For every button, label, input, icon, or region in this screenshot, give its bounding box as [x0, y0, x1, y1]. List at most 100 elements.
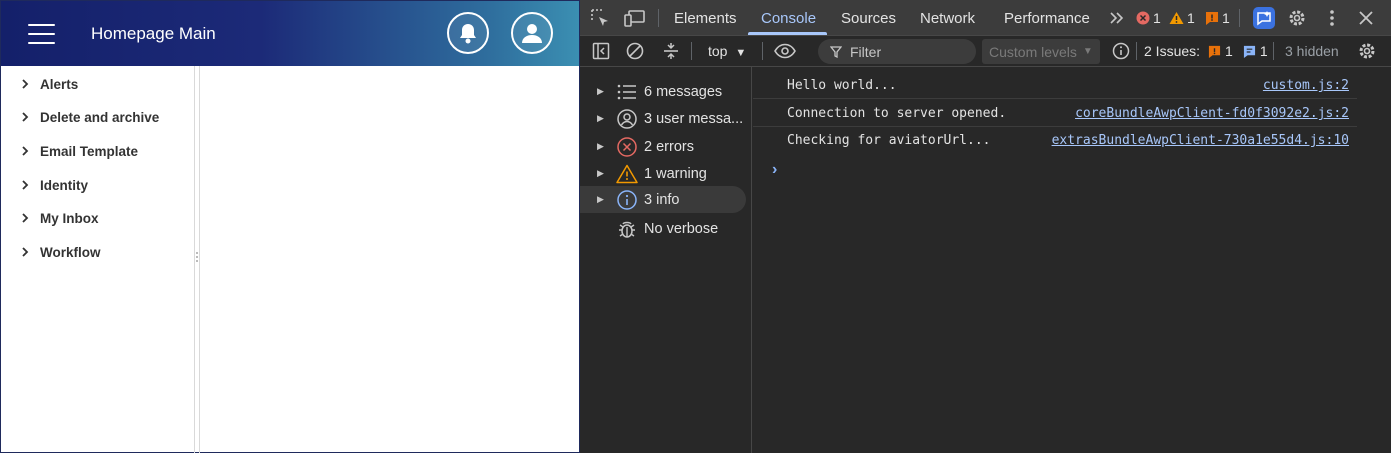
sidebar-item-label: Delete and archive [40, 109, 160, 125]
sidebar-item-alerts[interactable]: Alerts [21, 74, 78, 94]
context-select[interactable]: top ▼ [708, 43, 746, 59]
sidebar-item-verbose[interactable]: ▶ No verbose [580, 215, 746, 242]
console-sidebar: ▶ 6 messages ▶ 3 user messa... ▶ 2 error… [580, 67, 752, 453]
console-log-area: Hello world... custom.js:2 Connection to… [753, 67, 1391, 453]
notifications-button[interactable] [447, 12, 489, 54]
sidebar-item-info[interactable]: ▶ 3 info [580, 186, 746, 213]
sidebar-item-workflow[interactable]: Workflow [21, 242, 101, 262]
sidebar-item-warnings[interactable]: ▶ 1 warning [580, 160, 746, 187]
log-message: Connection to server opened. [787, 106, 1007, 121]
log-source-link[interactable]: extrasBundleAwpClient-730a1e55d4.js:10 [1052, 133, 1349, 148]
hamburger-menu-icon[interactable] [28, 22, 55, 45]
sidebar-item-label: Workflow [40, 244, 101, 260]
sidebar-item-label: Identity [40, 177, 89, 193]
error-icon [616, 136, 638, 158]
error-count[interactable]: 1 [1136, 10, 1161, 26]
more-options-icon[interactable] [1321, 7, 1343, 29]
log-message: Hello world... [787, 78, 897, 93]
info-icon[interactable] [1110, 40, 1132, 62]
warning-icon [1169, 12, 1184, 24]
hidden-count: 3 hidden [1285, 43, 1339, 59]
chevron-right-icon [21, 180, 35, 190]
devtools-panel: Elements Console Sources Network Perform… [580, 0, 1391, 453]
triangle-right-icon: ▶ [597, 168, 604, 178]
info-icon [616, 189, 638, 211]
message-icon [1243, 45, 1255, 58]
issue-icon [1208, 45, 1221, 58]
log-row: Hello world... custom.js:2 [753, 72, 1357, 99]
log-row: Checking for aviatorUrl... extrasBundleA… [753, 127, 1357, 154]
log-source-link[interactable]: custom.js:2 [1263, 78, 1349, 93]
log-source-link[interactable]: coreBundleAwpClient-fd0f3092e2.js:2 [1075, 106, 1349, 121]
bug-icon [616, 218, 638, 240]
inspect-element-icon[interactable] [589, 7, 611, 29]
sidebar-item-user-messages[interactable]: ▶ 3 user messa... [580, 105, 746, 132]
close-icon[interactable] [1355, 7, 1377, 29]
triangle-right-icon: ▶ [597, 141, 604, 151]
divider [1136, 42, 1137, 60]
triangle-down-icon: ▼ [1082, 46, 1093, 57]
filter-input[interactable]: Filter [818, 39, 976, 64]
tab-network[interactable]: Network [920, 10, 975, 27]
group-similar-icon[interactable] [660, 40, 682, 62]
user-icon [522, 24, 542, 43]
log-levels-dropdown[interactable]: Custom levels ▼ [982, 39, 1100, 64]
log-row: Connection to server opened. coreBundleA… [753, 100, 1357, 127]
clear-console-icon[interactable] [624, 40, 646, 62]
app-header: Homepage Main [1, 1, 579, 66]
sidebar-item-errors[interactable]: ▶ 2 errors [580, 133, 746, 160]
app-window: Homepage Main Alerts Delete and archive … [0, 0, 580, 453]
user-icon [616, 108, 638, 130]
devtools-tabbar: Elements Console Sources Network Perform… [580, 0, 1391, 36]
chevron-right-icon [21, 146, 35, 156]
device-toolbar-icon[interactable] [624, 7, 646, 29]
error-icon [1136, 11, 1150, 25]
list-icon [616, 81, 638, 103]
chevron-right-icon [21, 247, 35, 257]
sidebar-item-label: Email Template [40, 143, 139, 159]
active-tab-indicator [748, 32, 827, 35]
issue-count[interactable]: 1 [1205, 10, 1230, 26]
live-expression-eye-icon[interactable] [774, 40, 796, 62]
sidebar-item-messages[interactable]: ▶ 6 messages [580, 78, 746, 105]
sidebar-item-delete-archive[interactable]: Delete and archive [21, 107, 159, 127]
page-title: Homepage Main [91, 24, 216, 43]
console-prompt-chevron-icon[interactable]: › [772, 161, 777, 179]
sidebar-toggle-icon[interactable] [590, 40, 612, 62]
sidebar-item-label: Alerts [40, 76, 79, 92]
triangle-right-icon: ▶ [597, 86, 604, 96]
tab-console[interactable]: Console [761, 10, 816, 27]
log-message: Checking for aviatorUrl... [787, 133, 991, 148]
divider [1239, 9, 1240, 27]
sidebar-item-my-inbox[interactable]: My Inbox [21, 208, 99, 228]
app-sidebar: Alerts Delete and archive Email Template… [1, 66, 195, 453]
divider [762, 42, 763, 60]
divider [691, 42, 692, 60]
settings-gear-icon[interactable] [1286, 7, 1308, 29]
user-profile-button[interactable] [511, 12, 553, 54]
chevron-right-icon [21, 213, 35, 223]
triangle-down-icon: ▼ [735, 47, 747, 59]
tab-performance[interactable]: Performance [1004, 10, 1090, 27]
chevron-right-icon [21, 112, 35, 122]
issue-icon [1206, 12, 1218, 25]
warning-icon [616, 163, 638, 185]
triangle-right-icon: ▶ [597, 113, 604, 123]
sidebar-item-label: My Inbox [40, 210, 99, 226]
bell-icon [460, 24, 476, 44]
more-tabs-chevron-icon[interactable] [1106, 7, 1128, 29]
divider [1273, 42, 1274, 60]
triangle-right-icon: ▶ [597, 194, 604, 204]
chevron-right-icon [21, 79, 35, 89]
sidebar-item-identity[interactable]: Identity [21, 175, 88, 195]
ai-assistance-icon[interactable] [1253, 7, 1275, 29]
filter-icon [830, 45, 842, 58]
divider [658, 9, 659, 27]
divider [199, 66, 200, 453]
tab-sources[interactable]: Sources [841, 10, 896, 27]
warning-count[interactable]: 1 [1169, 10, 1195, 26]
issues-link[interactable]: 2 Issues: 1 1 [1144, 43, 1268, 59]
sidebar-item-email-template[interactable]: Email Template [21, 141, 138, 161]
console-settings-gear-icon[interactable] [1356, 40, 1378, 62]
tab-elements[interactable]: Elements [674, 10, 737, 27]
